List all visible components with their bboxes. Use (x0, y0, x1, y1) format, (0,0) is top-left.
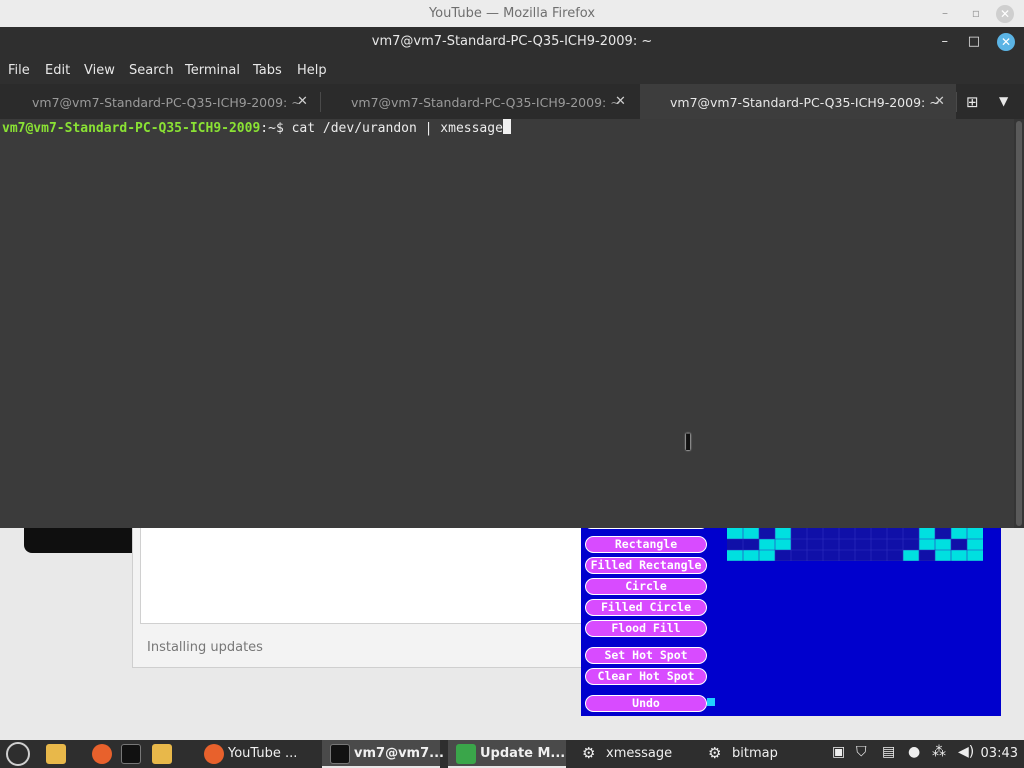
text-cursor (502, 119, 511, 134)
menu-terminal[interactable]: Terminal (185, 63, 240, 78)
taskbar-item-xmessage[interactable]: ⚙ xmessage (574, 740, 692, 768)
terminal-menubar: File Edit View Search Terminal Tabs Help (0, 57, 1024, 84)
taskbar-item-youtube[interactable]: YouTube ... (198, 740, 316, 768)
terminal-content[interactable] (0, 119, 1014, 528)
undo-button[interactable]: Undo (585, 695, 707, 712)
minimize-icon[interactable]: – (942, 6, 948, 20)
menu-tabs[interactable]: Tabs (253, 63, 282, 78)
ibeam-cursor-icon: I (684, 431, 693, 456)
tab-close-icon[interactable]: ✕ (934, 94, 945, 109)
clock[interactable]: 03:43 (981, 746, 1018, 761)
tab-menu-chevron-down-icon[interactable]: ▼ (999, 94, 1008, 108)
bitmap-handle[interactable] (707, 698, 715, 706)
tab-separator (956, 92, 957, 112)
filled-rectangle-button[interactable]: Filled Rectangle (585, 557, 707, 574)
firefox-icon (204, 744, 224, 764)
maximize-icon[interactable]: □ (968, 34, 980, 49)
clipboard-icon[interactable]: ▣ (832, 744, 845, 760)
terminal-prompt-line: vm7@vm7-Standard-PC-Q35-ICH9-2009:~$ cat… (2, 119, 511, 136)
network-icon[interactable]: ⁂ (932, 744, 946, 760)
taskbar-item-bitmap[interactable]: ⚙ bitmap (700, 740, 818, 768)
tab-close-icon[interactable]: ✕ (297, 94, 308, 109)
menu-file[interactable]: File (8, 63, 30, 78)
terminal-command: cat /dev/urandon | xmessage (291, 121, 503, 136)
new-tab-icon[interactable]: ⊞ (966, 93, 979, 111)
close-icon[interactable]: ✕ (997, 33, 1015, 51)
volume-icon[interactable]: ◀) (958, 744, 974, 760)
prompt-user-host: vm7@vm7-Standard-PC-Q35-ICH9-2009 (2, 121, 261, 136)
taskbar-item-label: xmessage (606, 746, 673, 761)
taskbar-item-label: vm7@vm7... (354, 746, 444, 761)
firefox-titlebar: YouTube — Mozilla Firefox – ▫ ✕ (0, 0, 1024, 28)
close-icon[interactable]: ✕ (996, 5, 1014, 23)
bitmap-pixel-grid[interactable] (727, 528, 983, 572)
taskbar-item-update-manager[interactable]: Update M... (448, 740, 566, 768)
menu-search[interactable]: Search (129, 63, 174, 78)
firefox-icon[interactable] (92, 744, 112, 764)
tab-label: vm7@vm7-Standard-PC-Q35-ICH9-2009: ~ (32, 95, 302, 110)
terminal-tab-active[interactable]: vm7@vm7-Standard-PC-Q35-ICH9-2009: ~ ✕ (640, 84, 956, 119)
terminal-title: vm7@vm7-Standard-PC-Q35-ICH9-2009: ~ (371, 34, 653, 49)
flood-fill-button[interactable]: Flood Fill (585, 620, 707, 637)
clear-hot-spot-button[interactable]: Clear Hot Spot (585, 668, 707, 685)
terminal-icon (330, 744, 350, 764)
filled-circle-button[interactable]: Filled Circle (585, 599, 707, 616)
menu-view[interactable]: View (84, 63, 115, 78)
shield-icon[interactable]: ⛉ (856, 744, 867, 760)
maximize-icon[interactable]: ▫ (972, 6, 980, 20)
rectangle-button[interactable]: Rectangle (585, 536, 707, 553)
user-icon[interactable]: ● (908, 744, 920, 760)
taskbar-item-label: YouTube ... (228, 746, 298, 761)
menu-icon[interactable] (6, 742, 30, 766)
taskbar-item-terminal[interactable]: vm7@vm7... (322, 740, 444, 768)
shield-icon (456, 744, 476, 764)
firefox-window-title: YouTube — Mozilla Firefox (428, 6, 596, 21)
gear-icon: ⚙ (582, 744, 596, 762)
scrollbar-thumb[interactable] (1016, 121, 1022, 526)
tab-label: vm7@vm7-Standard-PC-Q35-ICH9-2009: ~ (351, 95, 621, 110)
taskbar-item-label: bitmap (732, 746, 778, 761)
gear-icon: ⚙ (708, 744, 722, 762)
menu-edit[interactable]: Edit (45, 63, 70, 78)
taskbar-item-label: Update M... (480, 746, 566, 761)
circle-button[interactable]: Circle (585, 578, 707, 595)
set-hot-spot-button[interactable]: Set Hot Spot (585, 647, 707, 664)
prompt-symbol: $ (275, 121, 292, 136)
terminal-icon[interactable] (121, 744, 141, 764)
folder-icon[interactable] (152, 744, 172, 764)
files-icon[interactable] (46, 744, 66, 764)
tab-label: vm7@vm7-Standard-PC-Q35-ICH9-2009: ~ (670, 95, 940, 110)
menu-help[interactable]: Help (297, 63, 327, 78)
notes-icon[interactable]: ▤ (882, 744, 895, 760)
update-status-text: Installing updates (147, 640, 263, 655)
terminal-titlebar: vm7@vm7-Standard-PC-Q35-ICH9-2009: ~ – □… (0, 27, 1024, 57)
terminal-tab[interactable]: vm7@vm7-Standard-PC-Q35-ICH9-2009: ~ ✕ (0, 84, 320, 119)
terminal-tab[interactable]: vm7@vm7-Standard-PC-Q35-ICH9-2009: ~ ✕ (321, 84, 639, 119)
prompt-path: :~ (260, 121, 276, 136)
tab-close-icon[interactable]: ✕ (615, 94, 626, 109)
update-log-area (140, 520, 586, 624)
minimize-icon[interactable]: – (942, 34, 949, 49)
